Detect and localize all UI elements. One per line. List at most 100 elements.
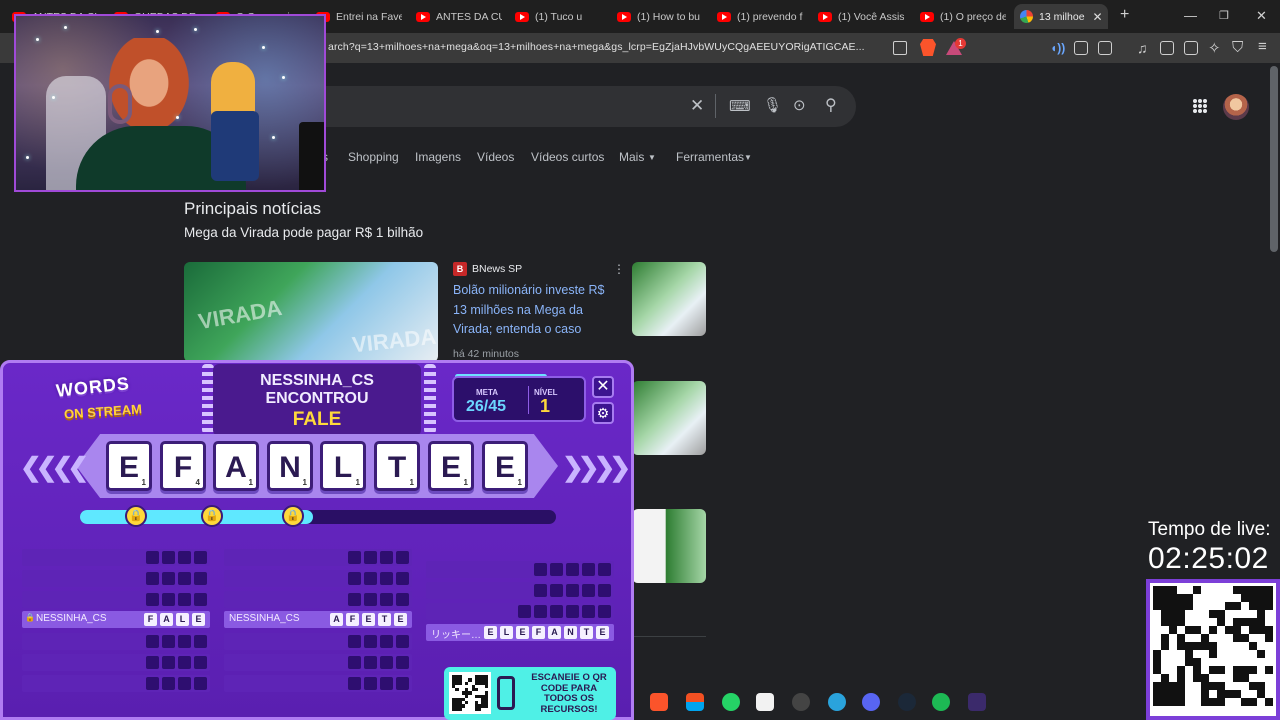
browser-tab[interactable]: Entrei na Fave	[316, 4, 402, 29]
more-options-icon[interactable]: ⋮	[613, 262, 625, 276]
letter-tile: E1	[482, 441, 528, 491]
brave-shields-icon[interactable]	[920, 39, 936, 56]
steam-taskbar-icon[interactable]	[898, 693, 916, 711]
tab-images[interactable]: Imagens	[415, 150, 461, 164]
obs-taskbar-icon[interactable]	[792, 693, 810, 711]
read-aloud-icon[interactable]: ◖))	[1050, 41, 1065, 55]
browser-tab[interactable]: (1) Tuco u	[515, 4, 601, 29]
chevron-down-icon: ▼	[744, 153, 752, 162]
media-icon[interactable]: ♫	[1137, 40, 1148, 56]
found-letter: A	[548, 626, 561, 639]
found-letter: E	[362, 613, 375, 626]
news-thumbnail[interactable]	[632, 509, 706, 583]
tab-more[interactable]: Mais	[619, 150, 644, 164]
youtube-icon	[717, 11, 731, 22]
store-taskbar-icon[interactable]	[686, 693, 704, 711]
news-thumbnail[interactable]	[632, 262, 706, 336]
clear-search-icon[interactable]: ✕	[690, 96, 704, 116]
wallet-icon[interactable]	[1184, 41, 1198, 55]
browser-tab[interactable]: (1) prevendo f	[717, 4, 803, 29]
search-input[interactable]: ✕ ⌨ 🎙 ⊙ ⚲	[290, 86, 856, 127]
tab-tools[interactable]: Ferramentas	[676, 150, 744, 164]
bnews-logo-icon: B	[453, 262, 467, 276]
tab-short-videos[interactable]: Vídeos curtos	[531, 150, 604, 164]
youtube-icon	[617, 11, 631, 22]
letter-tile: T1	[374, 441, 420, 491]
lens-icon[interactable]: ⊙	[793, 96, 806, 114]
browser-tab[interactable]: (1) O preço de	[920, 4, 1006, 29]
browser-tab[interactable]: (1) How to bu	[617, 4, 703, 29]
found-word: FALE	[292, 409, 342, 430]
capcut-taskbar-icon[interactable]	[756, 693, 774, 711]
browser-tab[interactable]: ANTES DA CU	[416, 4, 502, 29]
gear-icon[interactable]: ⚙	[592, 402, 614, 424]
tab-label: (1) prevendo f	[737, 10, 803, 23]
empty-letter-slot	[194, 551, 207, 564]
letter-score: 1	[517, 478, 522, 487]
close-tab-icon[interactable]: ✕	[1093, 10, 1103, 24]
tab-shopping[interactable]: Shopping	[348, 150, 399, 164]
menu-icon[interactable]: ≡	[1258, 38, 1267, 55]
finder-name: NESSINHA_CS	[229, 613, 300, 624]
empty-letter-slot	[194, 572, 207, 585]
browser-tab-active[interactable]: 13 milhoe ✕	[1014, 4, 1108, 29]
share-icon[interactable]	[893, 41, 907, 55]
empty-letter-slot	[380, 656, 393, 669]
microphone-icon[interactable]: 🎙	[763, 96, 782, 114]
empty-letter-slot	[364, 593, 377, 606]
leo-ai-icon[interactable]: ✧	[1208, 39, 1221, 57]
found-letter: T	[378, 613, 391, 626]
sidebar-icon[interactable]	[1160, 41, 1174, 55]
qr-promo[interactable]: ESCANEIE O QR CODE PARA TODOS OS RECURSO…	[444, 667, 616, 720]
news-image[interactable]: VIRADA VIRADA	[184, 262, 438, 362]
meta-box: META 26/45 NÍVEL 1	[452, 376, 586, 422]
avatar[interactable]	[1223, 94, 1249, 120]
extensions-icon[interactable]	[1074, 41, 1088, 55]
brave-taskbar-icon[interactable]	[650, 693, 668, 711]
scrollbar[interactable]	[1270, 66, 1278, 252]
news-title-link[interactable]: Bolão milionário investe R$ 13 milhões n…	[453, 281, 618, 340]
qr-code-icon	[449, 672, 491, 714]
nivel-value: 1	[540, 396, 551, 416]
level-progress-fill	[80, 510, 314, 524]
empty-letter-slot	[364, 656, 377, 669]
discord-taskbar-icon[interactable]	[862, 693, 880, 711]
app-taskbar-icon[interactable]	[968, 693, 986, 711]
news-subheading[interactable]: Mega da Virada pode pagar R$ 1 bilhão	[184, 225, 423, 240]
new-tab-button[interactable]: +	[1120, 6, 1129, 24]
letter-char: E	[440, 451, 461, 484]
found-letter: A	[160, 613, 173, 626]
lock-icon: 🔒	[201, 505, 223, 527]
empty-letter-slot	[194, 677, 207, 690]
close-window-icon[interactable]: ✕	[1256, 8, 1267, 24]
spotify-taskbar-icon[interactable]	[932, 693, 950, 711]
restore-icon[interactable]: ❐	[1219, 9, 1229, 22]
close-icon[interactable]: ✕	[592, 376, 614, 398]
google-icon	[1020, 10, 1033, 23]
empty-letter-slot	[396, 593, 409, 606]
telegram-taskbar-icon[interactable]	[828, 693, 846, 711]
finder-name: NESSINHA_CS	[36, 613, 107, 624]
tab-videos[interactable]: Vídeos	[477, 150, 514, 164]
whatsapp-taskbar-icon[interactable]	[722, 693, 740, 711]
letter-score: 1	[463, 478, 468, 487]
url-field[interactable]: arch?q=13+milhoes+na+mega&oq=13+milhoes+…	[328, 41, 865, 53]
screenshot-icon[interactable]	[1098, 41, 1112, 55]
tab-label: ANTES DA CU	[436, 10, 502, 23]
empty-letter-slot	[348, 593, 361, 606]
phone-icon	[497, 676, 515, 710]
chevron-right-icon: ❯❯❯❯	[562, 452, 631, 482]
vpn-shield-icon[interactable]: ⛉	[1232, 39, 1243, 56]
keyboard-icon[interactable]: ⌨	[729, 97, 751, 115]
search-icon[interactable]: ⚲	[825, 95, 837, 115]
qr-code-icon	[1146, 579, 1280, 720]
chevron-left-icon: ❮❮❮❮	[20, 452, 89, 482]
empty-letter-slot	[518, 605, 531, 618]
found-verb: ENCONTROU	[265, 390, 369, 407]
news-thumbnail[interactable]	[632, 381, 706, 455]
browser-tab[interactable]: (1) Você Assis	[818, 4, 904, 29]
found-word-banner: NESSINHA_CS ENCONTROU FALE	[213, 364, 421, 436]
google-apps-icon[interactable]	[1193, 99, 1207, 113]
empty-letter-slot	[178, 593, 191, 606]
minimize-icon[interactable]: —	[1184, 8, 1197, 23]
